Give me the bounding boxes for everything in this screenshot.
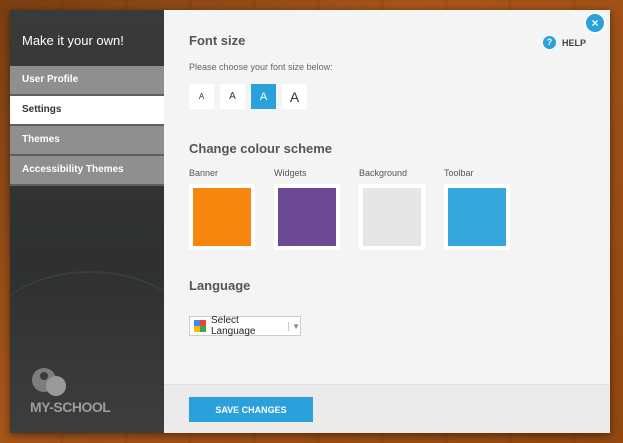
sidebar-item-user-profile[interactable]: User Profile	[10, 66, 164, 96]
chevron-down-icon: ▼	[288, 321, 300, 331]
banner-colour-swatch[interactable]	[189, 184, 255, 250]
sidebar-title: Make it your own!	[22, 33, 124, 48]
swatch-label-toolbar: Toolbar	[444, 168, 474, 178]
font-size-heading: Font size	[189, 33, 246, 48]
toolbar-colour-swatch[interactable]	[444, 184, 510, 250]
language-select[interactable]: Select Language ▼	[189, 315, 301, 337]
sidebar-item-themes[interactable]: Themes	[10, 126, 164, 156]
help-icon: ?	[542, 36, 556, 49]
swatch-label-widgets: Widgets	[274, 168, 307, 178]
close-icon[interactable]: ×	[584, 12, 606, 34]
swatch-label-background: Background	[359, 168, 408, 178]
colour-swatches: Banner Widgets Background Toolbar	[189, 168, 510, 250]
sidebar-item-accessibility-themes[interactable]: Accessibility Themes	[10, 156, 164, 186]
font-size-instruction: Please choose your font size below:	[189, 62, 333, 72]
logo-text: MY-SCHOOL	[30, 399, 111, 415]
swatch-label-banner: Banner	[189, 168, 219, 178]
footer: SAVE CHANGES	[164, 384, 610, 433]
main-panel: ? HELP Font size Please choose your font…	[164, 10, 610, 433]
colour-scheme-heading: Change colour scheme	[189, 141, 333, 156]
save-changes-button[interactable]: SAVE CHANGES	[189, 397, 313, 422]
swatch-banner: Banner	[189, 168, 255, 250]
font-size-large-button[interactable]: A	[251, 84, 276, 109]
widgets-colour-swatch[interactable]	[274, 184, 340, 250]
logo-icon	[32, 368, 66, 396]
language-select-value: Select Language	[211, 315, 256, 337]
help-link[interactable]: ? HELP	[542, 36, 586, 49]
font-size-medium-button[interactable]: A	[220, 84, 245, 109]
swatch-widgets: Widgets	[274, 168, 340, 250]
font-size-options: A A A A	[189, 84, 307, 109]
font-size-small-button[interactable]: A	[189, 84, 214, 109]
my-school-logo: MY-SCHOOL	[30, 366, 111, 415]
settings-dialog: Make it your own! User Profile Settings …	[10, 10, 610, 433]
background-colour-swatch[interactable]	[359, 184, 425, 250]
sidebar-item-settings[interactable]: Settings	[10, 96, 164, 126]
help-label: HELP	[561, 37, 586, 48]
font-size-xlarge-button[interactable]: A	[282, 84, 307, 109]
swatch-toolbar: Toolbar	[444, 168, 510, 250]
swatch-background: Background	[359, 168, 425, 250]
sidebar: Make it your own! User Profile Settings …	[10, 10, 164, 433]
google-translate-icon	[194, 320, 206, 332]
language-heading: Language	[189, 278, 251, 293]
